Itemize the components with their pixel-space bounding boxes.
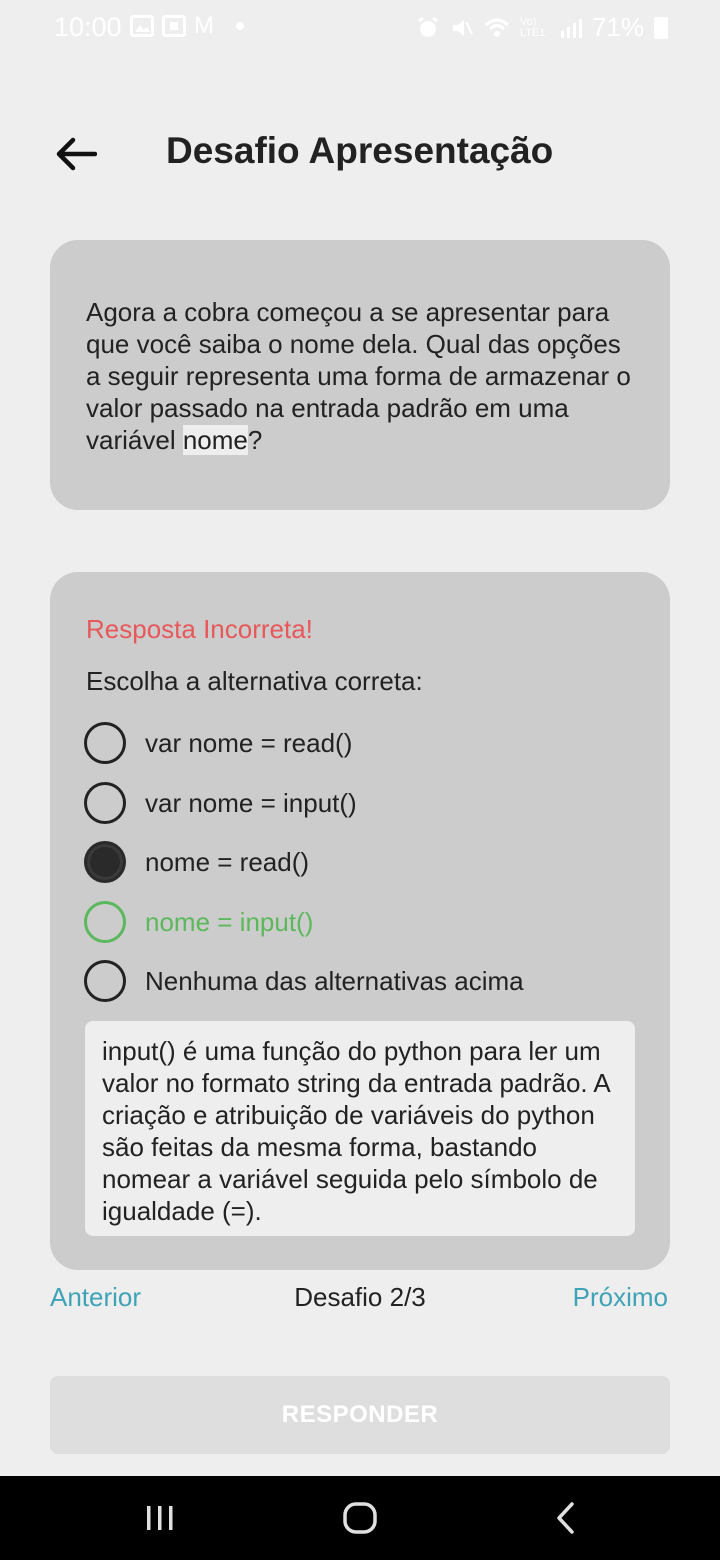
radio-button-selected[interactable] <box>84 841 126 883</box>
status-bar: 10:00 M Vo) LTE1 71% <box>0 0 720 56</box>
status-time: 10:00 <box>54 12 122 42</box>
option-4[interactable]: nome = input() <box>84 900 313 944</box>
system-nav-bar <box>0 1476 720 1560</box>
question-card: Agora a cobra começou a se apresentar pa… <box>50 240 670 510</box>
option-5[interactable]: Nenhuma das alternativas acima <box>84 959 524 1003</box>
alarm-icon <box>418 16 438 37</box>
calendar-icon <box>162 15 186 37</box>
volte-label: Vo) LTE1 <box>519 15 546 39</box>
status-icons-right: Vo) LTE1 71% <box>416 12 668 43</box>
answer-card: Resposta Incorreta! Escolha a alternativ… <box>50 572 670 1270</box>
option-3[interactable]: nome = read() <box>84 840 309 884</box>
option-2[interactable]: var nome = input() <box>84 781 357 825</box>
option-label: var nome = read() <box>145 727 353 758</box>
signal-icon <box>560 18 582 38</box>
home-button[interactable] <box>330 1476 390 1560</box>
question-text-end: ? <box>247 425 263 455</box>
radio-button[interactable] <box>84 782 126 824</box>
option-label: nome = read() <box>145 846 310 877</box>
back-icon <box>557 1502 574 1534</box>
page-title: Desafio Apresentação <box>166 130 554 171</box>
respond-button[interactable]: RESPONDER <box>50 1376 670 1454</box>
option-1[interactable]: var nome = read() <box>84 721 352 765</box>
radio-button-correct[interactable] <box>84 901 126 943</box>
previous-link[interactable]: Anterior <box>50 1282 141 1313</box>
explanation-box: input() é uma função do python para ler … <box>85 1021 635 1236</box>
explanation-text: input() é uma função do python para ler … <box>102 1036 610 1226</box>
gmail-icon: M <box>194 12 214 39</box>
option-label: Nenhuma das alternativas acima <box>145 965 524 996</box>
dot-icon <box>236 22 244 30</box>
status-icons-left: M <box>130 14 244 38</box>
next-link[interactable]: Próximo <box>573 1282 668 1313</box>
battery-percent: 71% <box>591 12 644 42</box>
question-text-body: Agora a cobra começou a se apresentar pa… <box>86 297 631 455</box>
image-icon <box>130 15 154 37</box>
option-label: var nome = input() <box>145 787 357 818</box>
question-code: nome <box>182 425 248 455</box>
recents-button[interactable] <box>130 1476 190 1560</box>
question-text: Agora a cobra começou a se apresentar pa… <box>86 296 636 456</box>
arrow-left-icon <box>56 137 97 171</box>
instruction-text: Escolha a alternativa correta: <box>86 666 423 696</box>
battery-icon <box>654 16 668 39</box>
home-icon <box>343 1502 377 1534</box>
system-back-button[interactable] <box>535 1476 595 1560</box>
radio-button[interactable] <box>84 960 126 1002</box>
screen: 10:00 M Vo) LTE1 71% Desafio Apresentaçã… <box>0 0 720 1560</box>
feedback-message: Resposta Incorreta! <box>86 614 313 644</box>
mute-icon <box>452 19 473 36</box>
radio-button[interactable] <box>84 722 126 764</box>
recents-icon <box>147 1506 173 1530</box>
wifi-icon <box>484 18 509 37</box>
back-button[interactable] <box>52 130 100 178</box>
option-label-correct: nome = input() <box>145 906 314 937</box>
